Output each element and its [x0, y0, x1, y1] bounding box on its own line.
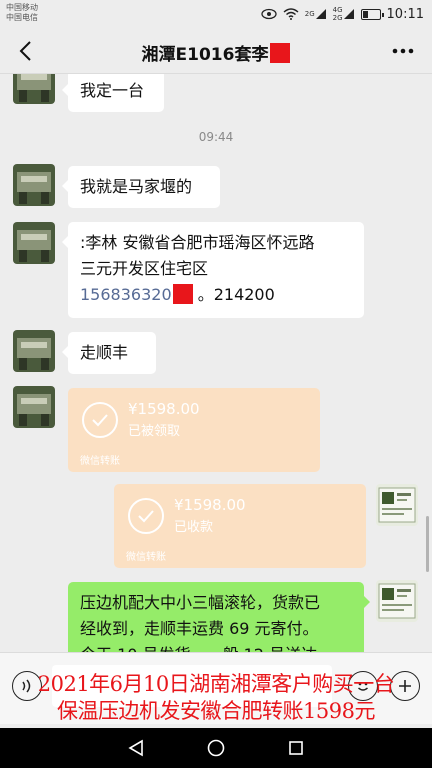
nav-recent-button[interactable] — [284, 736, 308, 760]
redaction-mark — [172, 283, 193, 304]
nav-home-button[interactable] — [204, 736, 228, 760]
emoji-button[interactable] — [348, 671, 378, 701]
wifi-icon — [283, 8, 299, 20]
carrier-name-1: 中国移动 — [6, 3, 38, 12]
chat-title: 湘潭E1016套李 — [0, 40, 432, 65]
input-bar — [0, 652, 432, 724]
emoji-icon — [358, 682, 368, 691]
scrollbar-thumb[interactable] — [426, 516, 429, 572]
chat-title-text: 湘潭E1016套李 — [141, 45, 269, 65]
redaction-mark — [270, 43, 291, 63]
status-bar: 中国移动 中国电信 2G 4G 2G 10:11 — [0, 0, 432, 28]
message-timestamp: 09:44 — [198, 130, 234, 144]
transfer-label: 微信转账 — [80, 456, 120, 467]
transfer-card-collected[interactable]: ¥1598.00 已收款 微信转账 — [114, 484, 366, 568]
message-text: 走顺丰 — [80, 343, 129, 362]
transfer-amount: ¥1598.00 — [128, 400, 200, 418]
contact-avatar[interactable] — [13, 222, 55, 264]
contact-avatar[interactable] — [13, 330, 55, 372]
address-line-1: :李林 安徽省合肥市瑶海区怀远路 — [80, 233, 315, 252]
transfer-label: 微信转账 — [126, 552, 166, 563]
message-bubble[interactable]: 走顺丰 — [62, 332, 156, 374]
postal-code: 。214200 — [192, 285, 275, 304]
my-avatar[interactable] — [376, 484, 418, 526]
more-button[interactable] — [388, 36, 418, 66]
address-line-3: 156836320 。214200 — [80, 282, 352, 308]
transfer-status: 已收款 — [174, 520, 214, 535]
check-icon — [128, 498, 164, 534]
voice-icon — [22, 679, 31, 693]
network-type-2-top: 4G — [332, 6, 343, 14]
plus-button[interactable] — [390, 671, 420, 701]
transfer-amount: ¥1598.00 — [174, 496, 246, 514]
status-time: 10:11 — [386, 6, 424, 22]
message-line: 经收到，走顺丰运费 69 元寄付。 — [80, 619, 319, 638]
nav-home-icon — [207, 739, 225, 757]
carrier-name-2: 中国电信 — [6, 13, 38, 22]
message-list[interactable]: 我定一台 09:44 我就是马家堰的 :李林 安徽省合肥市瑶海区怀远路 三元开发… — [0, 74, 432, 694]
battery-icon — [360, 8, 384, 20]
eye-comfort-icon — [261, 8, 277, 20]
my-avatar[interactable] — [376, 580, 418, 622]
message-bubble[interactable]: 我就是马家堰的 — [62, 166, 220, 208]
nav-back-button[interactable] — [124, 736, 148, 760]
plus-icon — [399, 680, 411, 692]
check-icon — [82, 402, 118, 438]
network-type-1: 2G — [304, 10, 315, 18]
address-line-2: 三元开发区住宅区 — [80, 259, 209, 278]
chat-header: 湘潭E1016套李 — [0, 28, 432, 74]
more-dots-icon — [392, 48, 414, 54]
message-line: 压边机配大中小三幅滚轮，货款已 — [80, 593, 321, 612]
message-bubble-address[interactable]: :李林 安徽省合肥市瑶海区怀远路 三元开发区住宅区 156836320 。214… — [62, 222, 364, 318]
contact-avatar[interactable] — [13, 164, 55, 206]
message-text: 我就是马家堰的 — [80, 177, 193, 196]
network-type-2-bottom: 2G — [332, 14, 343, 22]
contact-avatar[interactable] — [13, 74, 55, 104]
signal-icon-1: 2G — [305, 8, 327, 20]
message-bubble[interactable]: 我定一台 — [62, 74, 164, 112]
contact-avatar[interactable] — [13, 386, 55, 428]
message-input[interactable] — [52, 665, 332, 707]
nav-back-icon — [128, 739, 143, 757]
system-nav-bar — [0, 728, 432, 768]
signal-icon-2: 4G 2G — [333, 6, 355, 22]
nav-recent-icon — [289, 741, 303, 755]
voice-button[interactable] — [12, 671, 42, 701]
transfer-status: 已被领取 — [128, 424, 181, 439]
phone-number-link[interactable]: 156836320 — [80, 285, 172, 304]
transfer-card-received[interactable]: ¥1598.00 已被领取 微信转账 — [68, 388, 320, 472]
message-text: 我定一台 — [80, 81, 145, 100]
